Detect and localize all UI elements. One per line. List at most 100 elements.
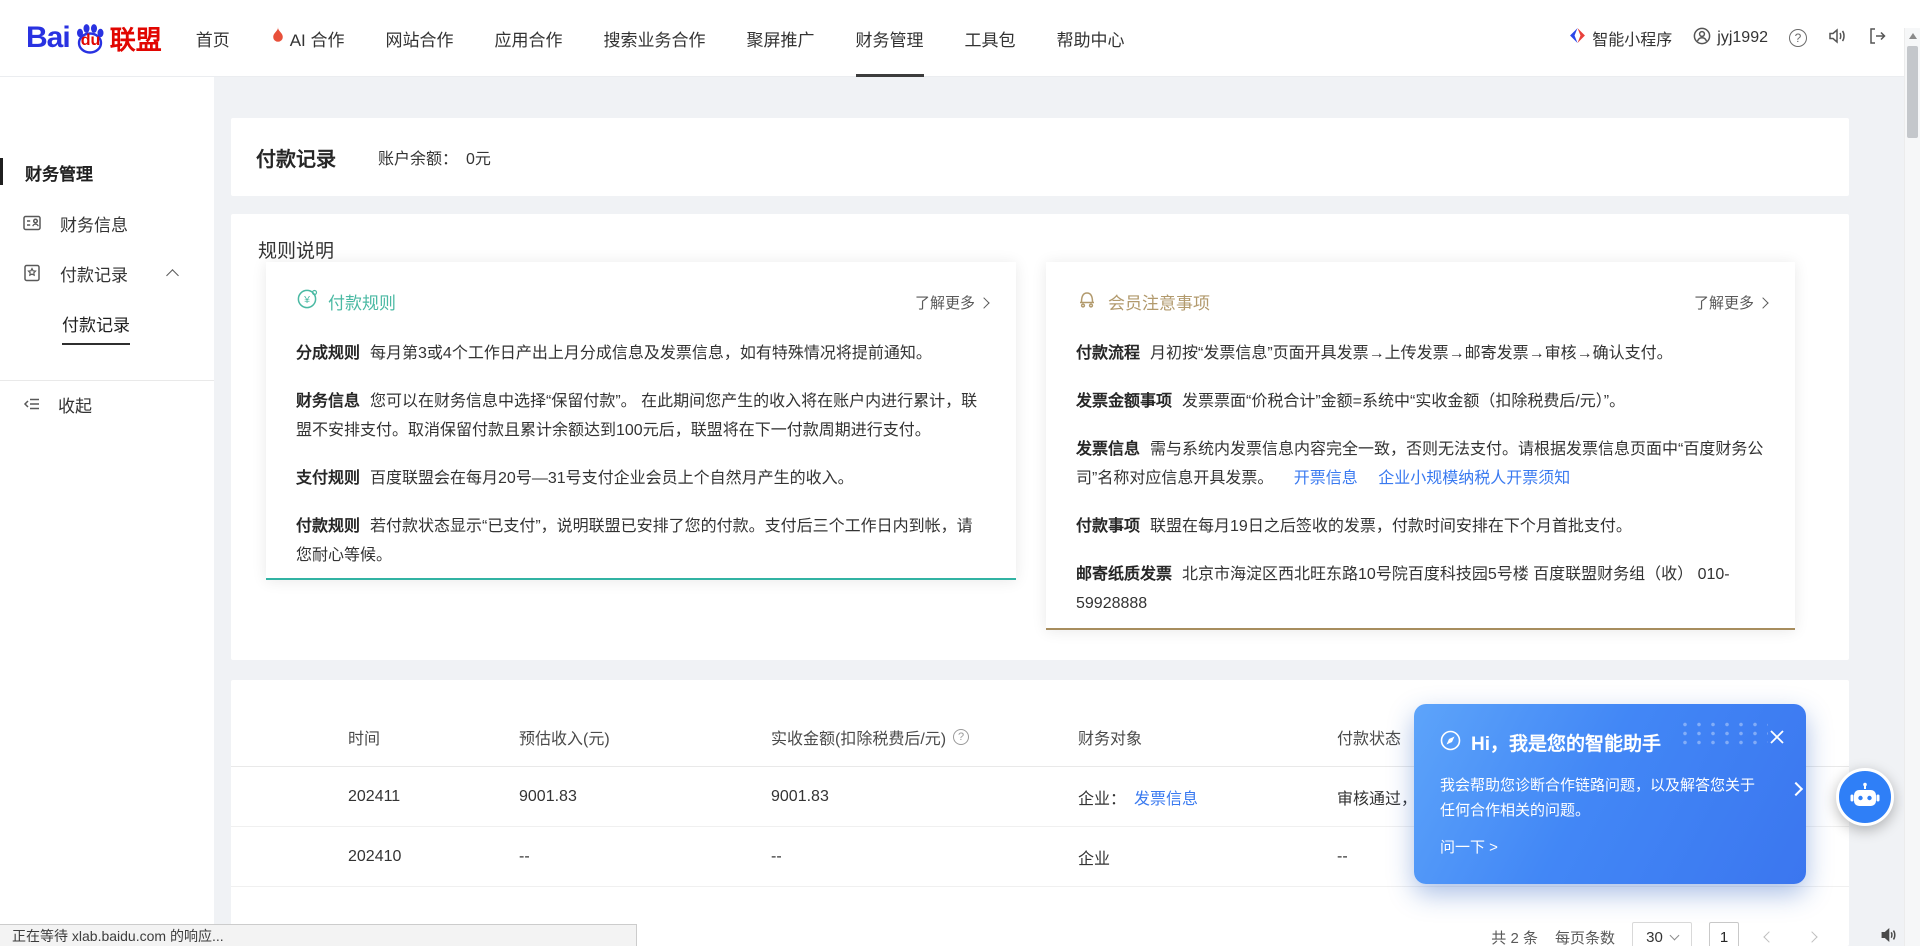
rule-paragraph: 支付规则百度联盟会在每月20号—31号支付企业会员上个自然月产生的收入。 <box>296 464 986 493</box>
col-header-finance-target: 财务对象 <box>1078 725 1337 749</box>
cell-finance-target: 企业 <box>1078 845 1337 869</box>
nav-item-screen-promo[interactable]: 聚屏推广 <box>747 0 815 77</box>
chevron-up-icon <box>166 269 179 282</box>
rule-paragraph: 付款规则若付款状态显示“已支付”，说明联盟已安排了您的付款。支付后三个工作日内到… <box>296 512 986 570</box>
user-account[interactable]: jyj1992 <box>1693 27 1768 50</box>
sidebar-active-indicator <box>0 158 3 185</box>
corner-speaker-icon[interactable] <box>1880 927 1898 946</box>
cell-time: 202411 <box>348 788 519 806</box>
compass-icon <box>1440 730 1461 756</box>
id-card-icon <box>22 213 42 233</box>
scroll-up-arrow-icon[interactable] <box>1909 33 1917 39</box>
next-page-button[interactable] <box>1799 922 1825 946</box>
sidebar-divider <box>0 380 214 381</box>
assistant-message: 我会帮助您诊断合作链路问题，以及解答您关于任何合作相关的问题。 <box>1440 773 1756 823</box>
rule-paragraph: 邮寄纸质发票北京市海淀区西北旺东路10号院百度科技园5号楼 百度联盟财务组（收）… <box>1076 560 1765 618</box>
assistant-popup: Hi，我是您的智能助手 我会帮助您诊断合作链路问题，以及解答您关于任何合作相关的… <box>1414 704 1806 884</box>
nav-item-home[interactable]: 首页 <box>196 0 230 77</box>
cell-time: 202410 <box>348 848 519 866</box>
badge-icon <box>22 263 42 283</box>
invoice-info-link[interactable]: 开票信息 <box>1294 470 1358 487</box>
per-page-select[interactable]: 30 <box>1632 922 1692 946</box>
assistant-header: Hi，我是您的智能助手 <box>1440 729 1780 756</box>
miniprogram-entry[interactable]: 智能小程序 <box>1569 26 1672 50</box>
nav-item-help[interactable]: 帮助中心 <box>1057 0 1125 77</box>
collapse-icon <box>22 394 42 414</box>
col-header-estimated-income: 预估收入(元) <box>519 725 771 749</box>
rule-paragraph: 财务信息您可以在财务信息中选择“保留付款”。 在此期间您产生的收入将在账户内进行… <box>296 387 986 445</box>
rule-paragraph: 发票金额事项发票票面“价税合计”金额=系统中“实收金额（扣除税费后/元）”。 <box>1076 387 1765 416</box>
help-icon[interactable]: ? <box>1789 29 1807 47</box>
rules-section: 规则说明 ¥ 付款规则 了解更多 分成规则每月第3或4个工作日产出上月分成信息及… <box>231 214 1849 660</box>
logout-icon[interactable] <box>1868 27 1886 50</box>
payment-rules-card: ¥ 付款规则 了解更多 分成规则每月第3或4个工作日产出上月分成信息及发票信息，… <box>266 262 1016 580</box>
member-notice-title: 会员注意事项 <box>1108 289 1210 314</box>
sidebar-item-finance-info[interactable]: 财务信息 <box>0 203 214 243</box>
miniprogram-diamond-icon <box>1569 27 1586 49</box>
rules-section-title: 规则说明 <box>258 236 334 263</box>
vertical-scrollbar[interactable] <box>1904 28 1920 946</box>
close-icon[interactable] <box>1768 728 1786 746</box>
speaker-icon[interactable] <box>1828 27 1847 50</box>
status-text: 正在等待 xlab.baidu.com 的响应... <box>12 926 224 946</box>
baidu-union-logo[interactable]: Bai du 联盟 <box>26 20 162 57</box>
logo-text-union: 联盟 <box>110 20 162 57</box>
rule-paragraph: 发票信息需与系统内发票信息内容完全一致，否则无法支付。请根据发票信息页面中“百度… <box>1076 435 1765 493</box>
svg-text:¥: ¥ <box>303 294 310 306</box>
cell-finance-target: 企业：发票信息 <box>1078 785 1337 809</box>
page-title: 付款记录 <box>256 143 336 172</box>
sidebar-subitem-payment-records[interactable]: 付款记录 <box>62 311 130 345</box>
main-menu: 首页 AI 合作 网站合作 应用合作 搜索业务合作 聚屏推广 财务管理 工具包 … <box>196 0 1125 77</box>
payment-rules-head: ¥ 付款规则 <box>296 288 986 315</box>
user-icon <box>1693 27 1711 50</box>
browser-status-bar: 正在等待 xlab.baidu.com 的响应... <box>0 924 637 946</box>
account-balance: 账户余额： 0元 <box>378 145 491 169</box>
logo-text-du: du <box>81 32 101 50</box>
invoice-info-cell-link[interactable]: 发票信息 <box>1134 791 1198 808</box>
page-number-button[interactable]: 1 <box>1709 922 1739 946</box>
col-header-time: 时间 <box>348 725 519 749</box>
total-count: 共 2 条 <box>1491 927 1538 946</box>
assistant-robot-button[interactable] <box>1836 768 1894 826</box>
nav-item-search-biz[interactable]: 搜索业务合作 <box>604 0 706 77</box>
cell-estimated: -- <box>519 848 771 866</box>
sidebar-item-payment-records[interactable]: 付款记录 <box>0 253 214 293</box>
sidebar-collapse-button[interactable]: 收起 <box>0 384 214 424</box>
payment-rules-more-link[interactable]: 了解更多 <box>915 292 988 313</box>
rule-paragraph: 分成规则每月第3或4个工作日产出上月分成信息及发票信息，如有特殊情况将提前通知。 <box>296 339 986 368</box>
prev-page-button[interactable] <box>1756 922 1782 946</box>
balance-value: 0元 <box>466 145 491 169</box>
small-taxpayer-notice-link[interactable]: 企业小规模纳税人开票须知 <box>1378 470 1570 487</box>
per-page-label: 每页条数 <box>1555 927 1615 946</box>
popup-expand-chevron-icon[interactable] <box>1789 782 1803 796</box>
nav-item-finance[interactable]: 财务管理 <box>856 0 924 77</box>
top-nav-right: 智能小程序 jyj1992 ? <box>1569 26 1886 50</box>
notice-bell-icon <box>1076 288 1098 315</box>
cell-actual: -- <box>771 848 1078 866</box>
top-nav: Bai du 联盟 首页 AI 合作 网站合作 <box>0 0 1920 77</box>
cell-estimated: 9001.83 <box>519 788 771 806</box>
caret-down-icon <box>1669 930 1679 940</box>
rule-paragraph: 付款流程月初按“发票信息”页面开具发票→上传发票→邮寄发票→审核→确认支付。 <box>1076 339 1765 368</box>
payment-rules-title: 付款规则 <box>328 289 396 314</box>
baidu-union-finance-page: Bai du 联盟 首页 AI 合作 网站合作 <box>0 0 1920 946</box>
nav-item-website[interactable]: 网站合作 <box>386 0 454 77</box>
baidu-paw-icon: du <box>72 20 108 56</box>
scrollbar-thumb[interactable] <box>1907 46 1918 138</box>
nav-item-app[interactable]: 应用合作 <box>495 0 563 77</box>
page-header-card: 付款记录 账户余额： 0元 <box>231 118 1849 196</box>
ask-now-link[interactable]: 问一下 > <box>1440 836 1498 857</box>
logo-text-bai: Bai <box>26 21 70 55</box>
member-notice-more-link[interactable]: 了解更多 <box>1694 292 1767 313</box>
cell-actual: 9001.83 <box>771 788 1078 806</box>
nav-item-toolkit[interactable]: 工具包 <box>965 0 1016 77</box>
nav-item-ai[interactable]: AI 合作 <box>271 0 345 77</box>
column-help-icon[interactable]: ? <box>953 729 969 745</box>
balance-label: 账户余额： <box>378 145 458 169</box>
sidebar: 财务管理 财务信息 付款记录 付款记录 <box>0 77 214 946</box>
sidebar-section-finance[interactable]: 财务管理 <box>25 160 93 185</box>
flame-icon <box>271 27 285 50</box>
member-notice-card: 会员注意事项 了解更多 付款流程月初按“发票信息”页面开具发票→上传发票→邮寄发… <box>1046 262 1795 630</box>
rule-paragraph: 付款事项联盟在每月19日之后签收的发票，付款时间安排在下个月首批支付。 <box>1076 512 1765 541</box>
coin-icon: ¥ <box>296 288 318 315</box>
